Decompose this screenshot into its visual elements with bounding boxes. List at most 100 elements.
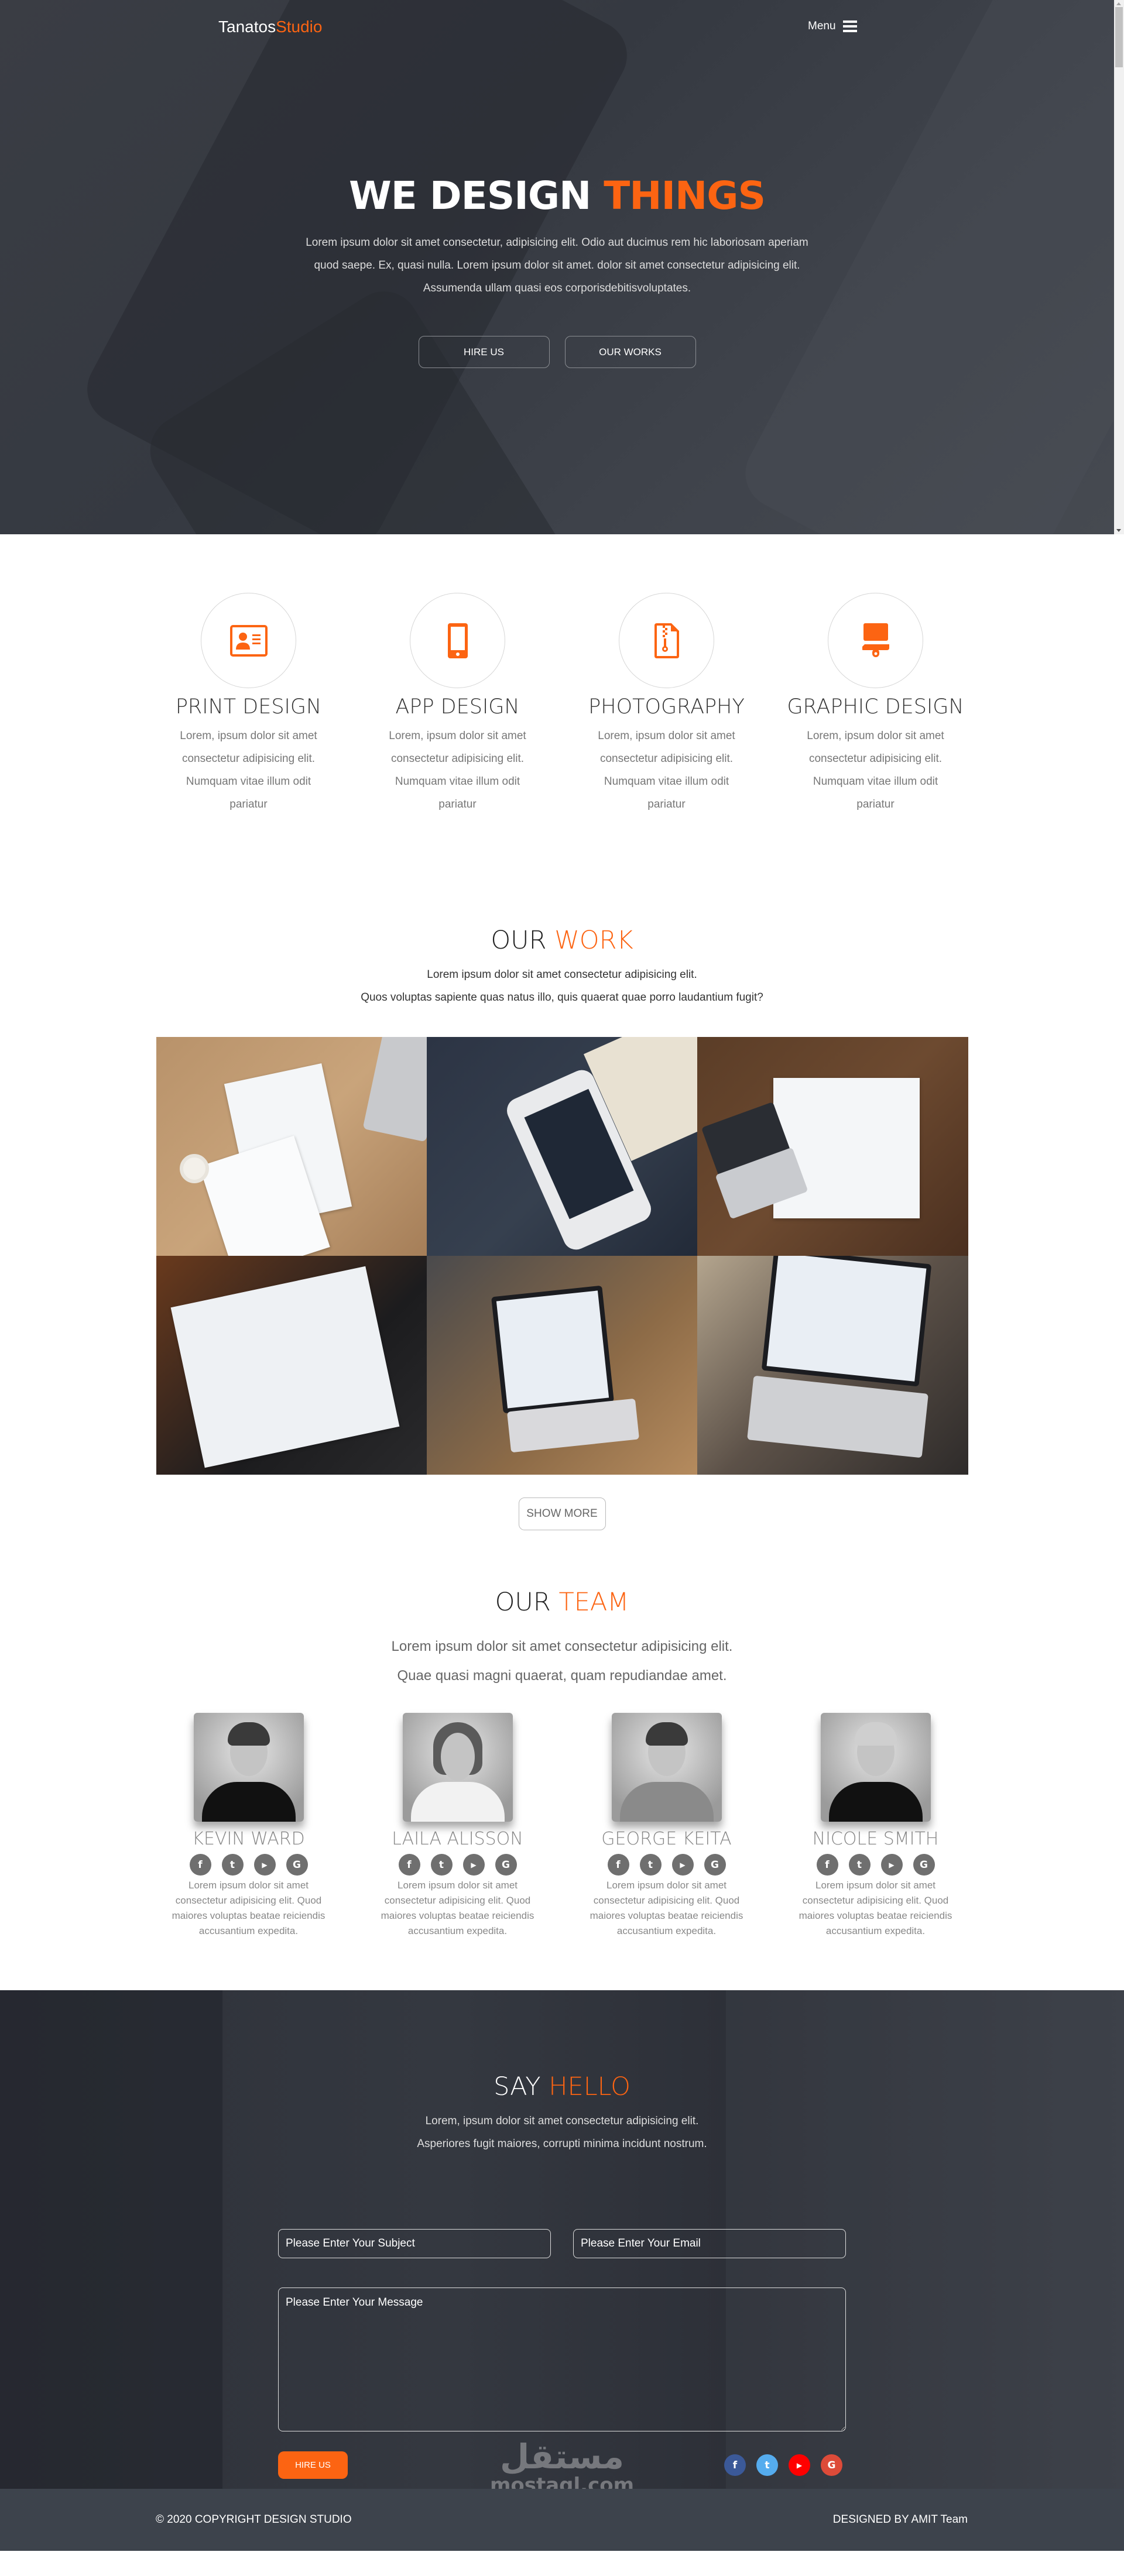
avatar [193, 1713, 304, 1822]
team-member-card: NICOLE SMITH f t ▶ G Lorem ipsum dolor s… [780, 1713, 971, 1939]
contact-subtitle-line: Lorem, ipsum dolor sit amet consectetur … [425, 2115, 699, 2127]
service-app-design: APP DESIGN Lorem, ipsum dolor sit amet c… [362, 593, 553, 878]
contact-title: SAY HELLO [278, 2072, 846, 2101]
service-text: Lorem, ipsum dolor sit amet consectetur … [807, 730, 944, 810]
logo[interactable]: TanatosStudio [218, 18, 322, 36]
work-image-planning-board[interactable] [697, 1037, 968, 1256]
avatar [611, 1713, 722, 1822]
designer-credit: DESIGNED BY AMIT Team [832, 2513, 968, 2526]
work-gallery [156, 1037, 968, 1475]
service-text: Lorem, ipsum dolor sit amet consectetur … [180, 730, 317, 810]
show-more-wrap: SHOW MORE [0, 1497, 1124, 1530]
email-input[interactable] [573, 2229, 846, 2258]
background-building [0, 1990, 222, 2489]
work-section: OUR WORK Lorem ipsum dolor sit amet cons… [0, 878, 1124, 1530]
subject-input[interactable] [278, 2229, 551, 2258]
service-title: GRAPHIC DESIGN [787, 695, 964, 719]
footer: © 2020 COPYRIGHT DESIGN STUDIO DESIGNED … [0, 2489, 1124, 2551]
hero-title: WE DESIGN THINGS [0, 173, 1114, 218]
team-title: OUR TEAM [0, 1588, 1124, 1617]
service-title: PRINT DESIGN [175, 695, 322, 719]
team-member-card: LAILA ALISSON f t ▶ G Lorem ipsum dolor … [362, 1713, 553, 1939]
contact-content: SAY HELLO Lorem, ipsum dolor sit amet co… [278, 1990, 846, 2479]
message-textarea[interactable] [278, 2288, 846, 2431]
navbar: TanatosStudio Menu [0, 0, 1114, 59]
menu-label: Menu [808, 20, 836, 32]
work-subtitle-line: Quos voluptas sapiente quas natus illo, … [361, 991, 763, 1004]
member-social-links: f t ▶ G [780, 1854, 971, 1876]
avatar [402, 1713, 513, 1822]
hero-section: TanatosStudio Menu WE DESIGN THINGS Lore… [0, 0, 1124, 534]
google-icon[interactable]: G [286, 1854, 308, 1876]
team-title-primary: OUR [495, 1588, 551, 1617]
team-subtitle-line: Quae quasi magni quaerat, quam repudiand… [397, 1668, 727, 1684]
mostaql-watermark: مستقل mostaql.com [0, 2438, 1124, 2489]
contact-title-primary: SAY [494, 2072, 541, 2101]
contact-subtitle: Lorem, ipsum dolor sit amet consectetur … [278, 2110, 846, 2155]
member-bio: Lorem ipsum dolor sit amet consectetur a… [172, 1880, 325, 1936]
member-bio: Lorem ipsum dolor sit amet consectetur a… [381, 1880, 534, 1936]
hire-us-button[interactable]: HIRE US [418, 336, 550, 368]
work-image-laptop-typing[interactable] [697, 1256, 968, 1475]
facebook-icon[interactable]: f [398, 1854, 420, 1876]
member-name: KEVIN WARD [192, 1829, 305, 1849]
twitter-icon[interactable]: t [639, 1854, 662, 1876]
work-image-notebook-sketch[interactable] [156, 1256, 427, 1475]
hero-text: Lorem ipsum dolor sit amet consectetur, … [306, 236, 808, 294]
hamburger-icon [842, 20, 857, 32]
youtube-icon[interactable]: ▶ [671, 1854, 694, 1876]
member-bio: Lorem ipsum dolor sit amet consectetur a… [590, 1880, 743, 1936]
hero-content: WE DESIGN THINGS Lorem ipsum dolor sit a… [0, 173, 1114, 368]
our-works-button[interactable]: OUR WORKS [564, 336, 696, 368]
youtube-icon[interactable]: ▶ [880, 1854, 903, 1876]
logo-primary: Tanatos [218, 18, 276, 36]
google-icon[interactable]: G [704, 1854, 726, 1876]
service-title: PHOTOGRAPHY [588, 695, 745, 719]
watermark-arabic: مستقل [499, 2437, 625, 2477]
work-title-primary: OUR [491, 926, 547, 955]
scrollbar-thumb[interactable] [1115, 7, 1123, 67]
services-section: PRINT DESIGN Lorem, ipsum dolor sit amet… [0, 534, 1124, 878]
show-more-button[interactable]: SHOW MORE [518, 1497, 606, 1530]
google-icon[interactable]: G [913, 1854, 935, 1876]
service-title: APP DESIGN [395, 695, 520, 719]
team-subtitle: Lorem ipsum dolor sit amet consectetur a… [0, 1632, 1124, 1691]
team-member-card: KEVIN WARD f t ▶ G Lorem ipsum dolor sit… [153, 1713, 344, 1939]
form-row [278, 2229, 846, 2258]
scroll-up-arrow-icon[interactable] [1116, 2, 1121, 5]
service-text: Lorem, ipsum dolor sit amet consectetur … [598, 730, 735, 810]
file-zipper-icon [654, 623, 679, 658]
watermark-latin: mostaql.com [489, 2474, 635, 2489]
service-icon-circle [201, 593, 296, 688]
page-scrollbar[interactable] [1114, 0, 1124, 534]
service-icon-circle [828, 593, 923, 688]
menu-button[interactable]: Menu [808, 20, 857, 33]
service-icon-circle [619, 593, 714, 688]
service-icon-circle [410, 593, 505, 688]
google-icon[interactable]: G [495, 1854, 517, 1876]
member-social-links: f t ▶ G [362, 1854, 553, 1876]
twitter-icon[interactable]: t [848, 1854, 871, 1876]
member-name: LAILA ALISSON [392, 1829, 523, 1849]
team-members: KEVIN WARD f t ▶ G Lorem ipsum dolor sit… [0, 1713, 1124, 1939]
twitter-icon[interactable]: t [430, 1854, 453, 1876]
work-image-laptop-analytics[interactable] [426, 1256, 698, 1475]
facebook-icon[interactable]: f [189, 1854, 211, 1876]
mobile-phone-icon [447, 623, 468, 658]
twitter-icon[interactable]: t [221, 1854, 244, 1876]
facebook-icon[interactable]: f [607, 1854, 629, 1876]
team-subtitle-line: Lorem ipsum dolor sit amet consectetur a… [391, 1639, 733, 1654]
contact-subtitle-line: Asperiores fugit maiores, corrupti minim… [417, 2138, 707, 2150]
work-image-phone-earphones[interactable] [426, 1037, 698, 1256]
hero-buttons: HIRE US OUR WORKS [0, 336, 1114, 368]
work-image-charts-documents[interactable] [156, 1037, 427, 1256]
youtube-icon[interactable]: ▶ [253, 1854, 276, 1876]
scroll-down-arrow-icon[interactable] [1116, 529, 1121, 532]
youtube-icon[interactable]: ▶ [462, 1854, 485, 1876]
member-social-links: f t ▶ G [153, 1854, 344, 1876]
facebook-icon[interactable]: f [816, 1854, 838, 1876]
team-section: OUR TEAM Lorem ipsum dolor sit amet cons… [0, 1530, 1124, 1939]
contact-title-accent: HELLO [549, 2072, 630, 2101]
member-name: GEORGE KEITA [601, 1829, 732, 1849]
hero-title-accent: THINGS [604, 173, 766, 218]
